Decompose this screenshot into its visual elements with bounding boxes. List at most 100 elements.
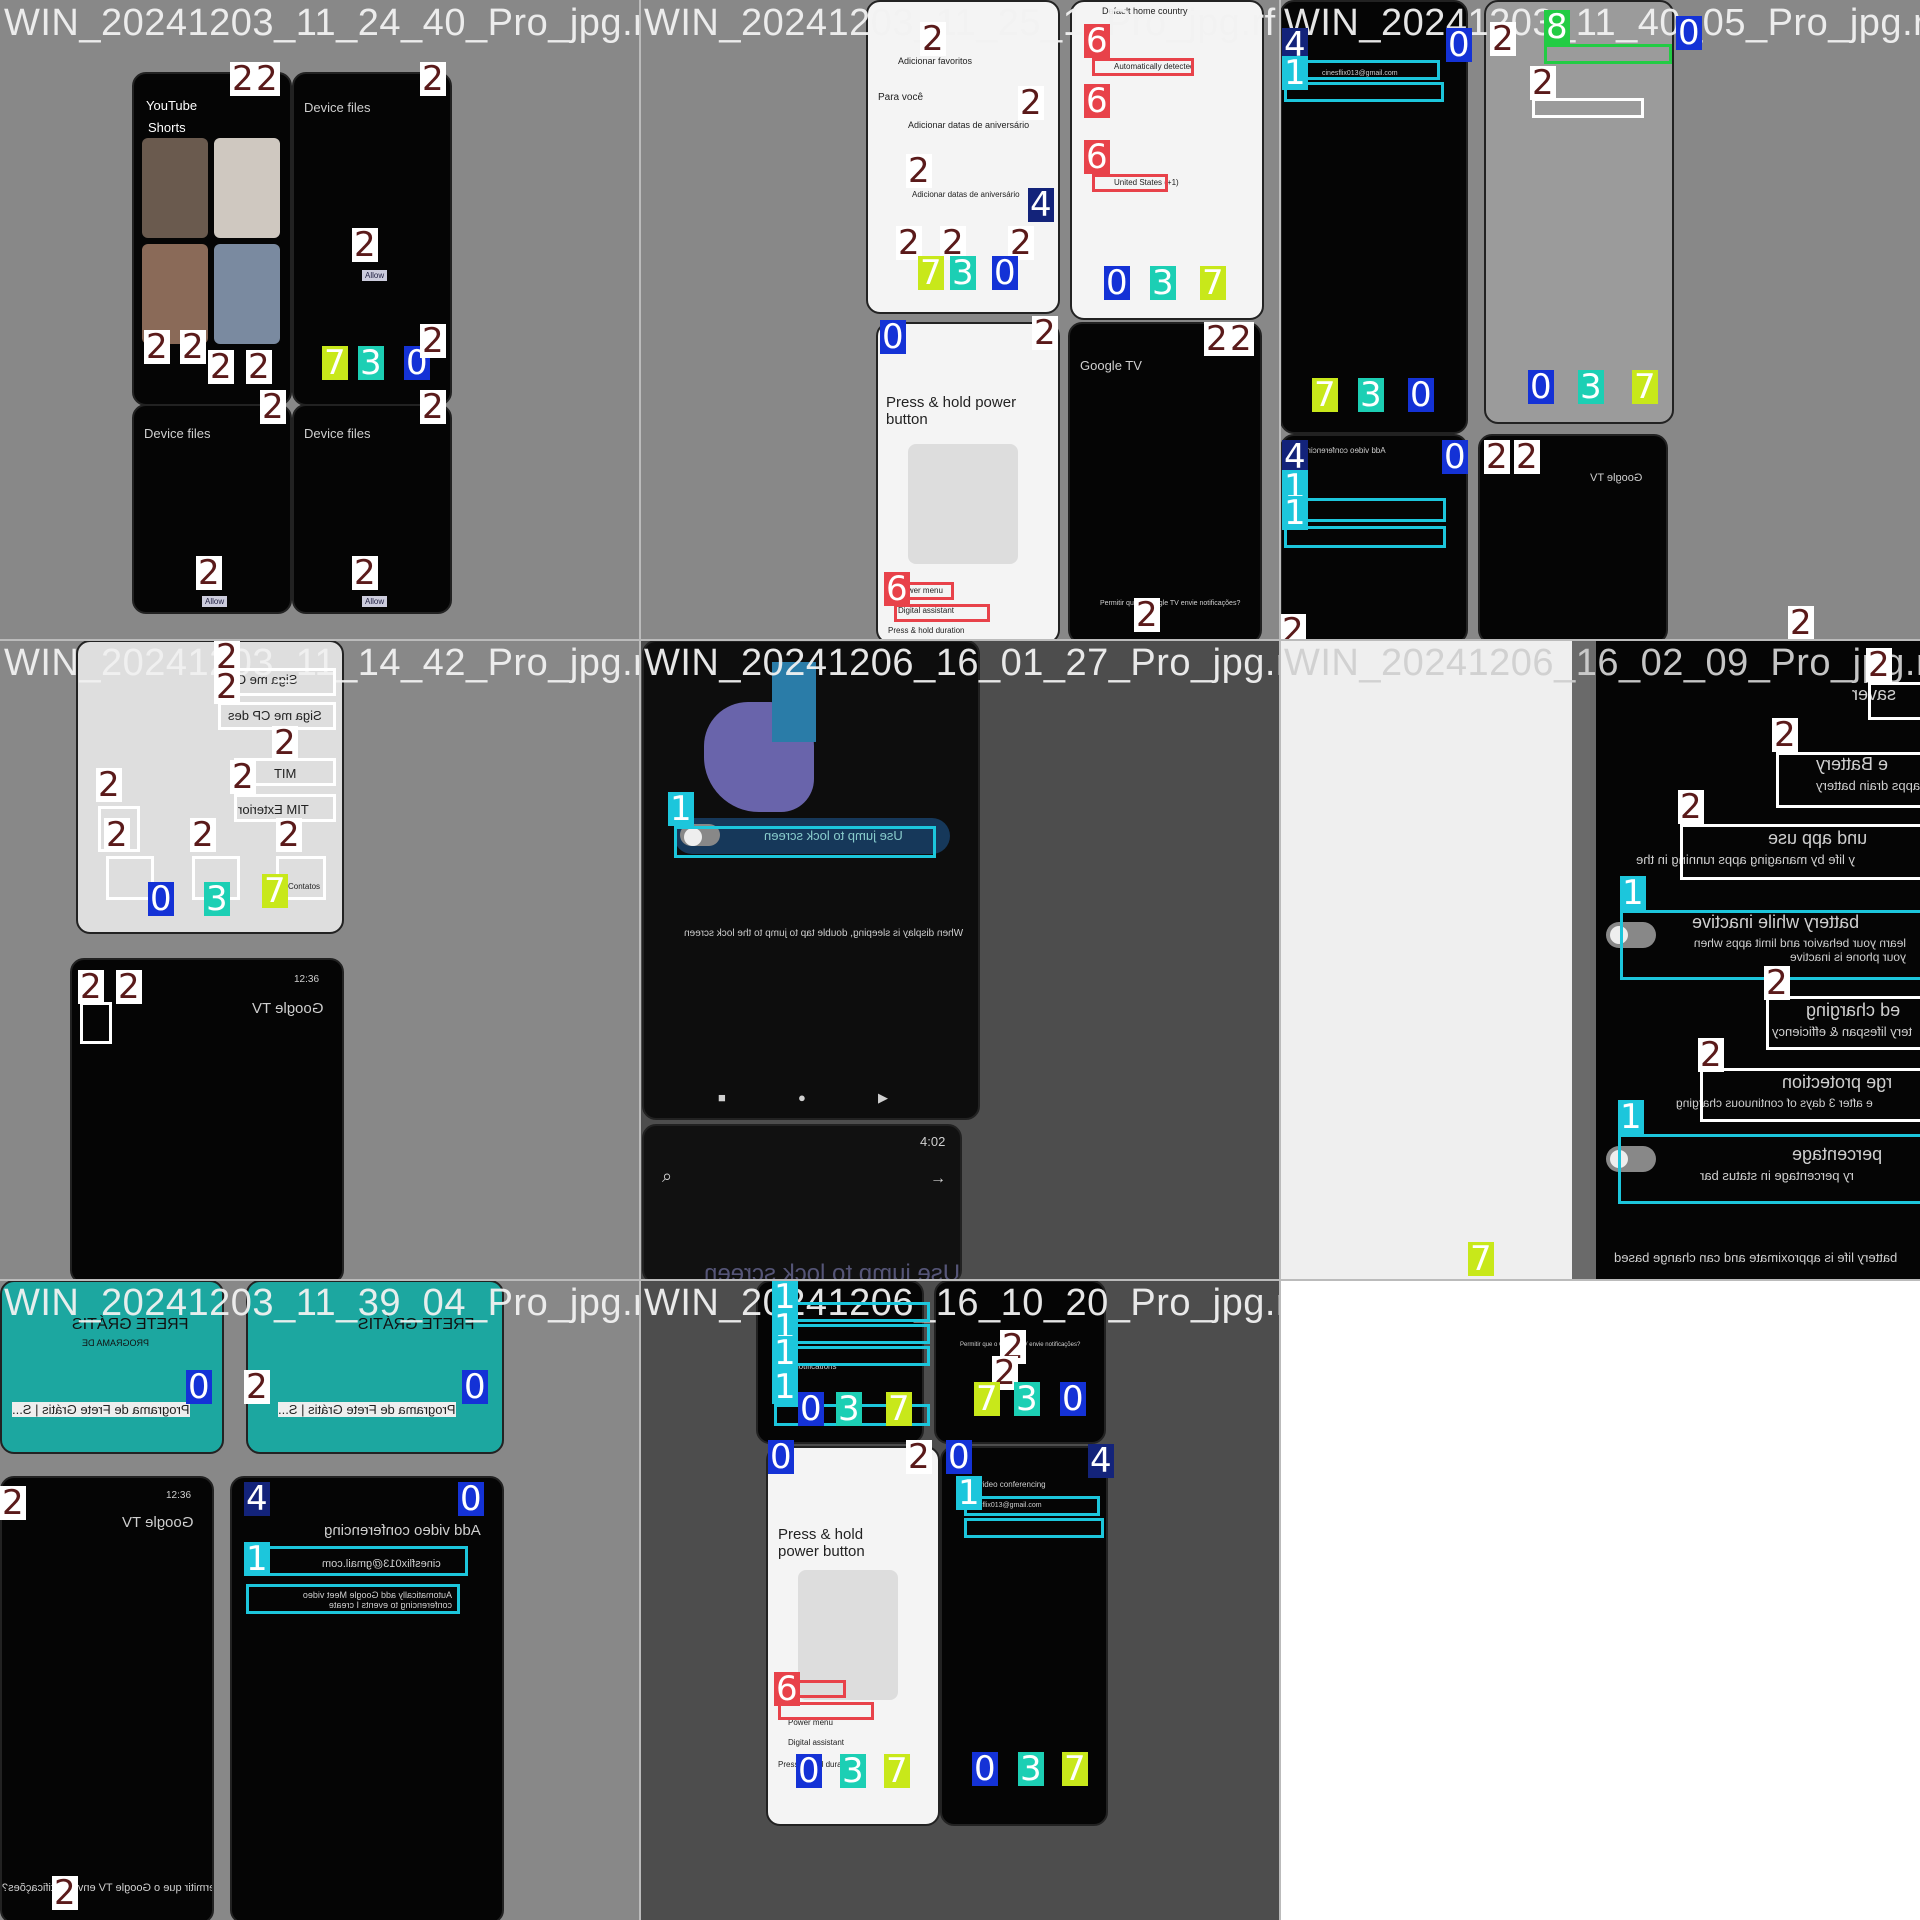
add-video-conf: Add video conferencing	[324, 1522, 481, 1539]
tile-7: WIN_20241203_11_39_04_Pro_jpg.rf.e7d0 FR…	[0, 1280, 640, 1920]
short-thumb[interactable]	[214, 244, 280, 344]
annotation-label: 0	[992, 253, 1018, 293]
nav-home-icon[interactable]: ●	[798, 1090, 806, 1105]
annotation-label: 2	[1866, 645, 1892, 685]
annotation-label: 1	[1620, 873, 1646, 913]
programa-text: Programa de Frete Grátis | S...	[278, 1402, 456, 1417]
annotation-label: 0	[796, 1751, 822, 1791]
annotation-label: 2	[1772, 715, 1798, 755]
annotation-label: 0	[1060, 1379, 1086, 1419]
google-tv-title: Google TV	[252, 1000, 323, 1017]
programa-title: Programa de Frete Grátis | S...	[12, 1402, 190, 1417]
short-thumb[interactable]	[142, 138, 208, 238]
annotation-label: 2	[230, 757, 256, 797]
annotation-label: 2	[196, 553, 222, 593]
jump-description-text: When display is sleeping, double tap to …	[684, 928, 964, 939]
annotation-label: 1	[1282, 53, 1308, 93]
annotation-label: 2	[104, 815, 130, 855]
add-birthdays-button[interactable]: Adicionar datas de aniversário	[912, 190, 1020, 199]
annotation-label: 1	[1282, 493, 1308, 533]
tile-3: WIN_20241203_11_40_05_Pro_jpg.rf.923c7 c…	[1280, 0, 1920, 640]
detection-box	[1868, 682, 1920, 720]
digital-assistant-option[interactable]: Digital assistant	[788, 1738, 844, 1747]
short-thumb[interactable]	[214, 138, 280, 238]
allow-button[interactable]: Allow	[362, 270, 388, 281]
annotation-label: 6	[1084, 137, 1110, 177]
phone-screen: Google TV 12:36 Permitir que o Google TV…	[0, 1476, 214, 1920]
annotation-label: 4	[1088, 1441, 1114, 1481]
tile-caption: WIN_20241203_11_24_40_Pro_jpg.rf.d3a9d0	[4, 2, 640, 44]
annotation-label: 2	[1530, 63, 1556, 103]
nav-square-icon[interactable]: ■	[718, 1090, 726, 1105]
annotation-label: 2	[352, 225, 378, 265]
detection-box	[1680, 824, 1920, 880]
annotation-label: 2	[214, 667, 240, 707]
grid-divider	[639, 0, 641, 1920]
annotation-label: 7	[918, 253, 944, 293]
annotation-label: 7	[322, 343, 348, 383]
annotation-label: 2	[420, 59, 446, 99]
device-files-title: Device files	[304, 426, 371, 441]
allow-button[interactable]: Allow	[362, 596, 388, 607]
allow-button[interactable]: Allow	[202, 596, 228, 607]
annotation-label: 1	[772, 1367, 798, 1407]
annotation-label: 0	[798, 1389, 824, 1429]
tile-4: WIN_20241203_11_14_42_Pro_jpg.rf.fd8da S…	[0, 640, 640, 1280]
annotation-label: 2	[1484, 437, 1510, 477]
annotation-label: 2	[1032, 313, 1058, 353]
annotation-label: 2	[190, 815, 216, 855]
annotation-label: 2	[906, 151, 932, 191]
footer-note-text: battery life is approximate and can chan…	[1614, 1250, 1898, 1265]
annotation-label: 2	[420, 321, 446, 361]
annotation-label: 0	[1408, 375, 1434, 415]
annotation-label: 2	[1204, 319, 1230, 359]
annotation-label: 2	[96, 765, 122, 805]
jump-description: When display is sleeping, double tap to …	[684, 928, 963, 939]
annotation-label: 2	[1134, 595, 1160, 635]
annotation-label: 3	[204, 879, 230, 919]
google-tv-mirrored: Google TV	[1590, 472, 1643, 484]
detection-box	[894, 604, 990, 622]
annotation-label: 2	[1788, 603, 1814, 640]
add-birthdays-title: Adicionar datas de aniversário	[908, 120, 1030, 130]
annotation-label: 8	[1544, 7, 1570, 47]
annotation-label: 7	[1468, 1239, 1494, 1279]
nav-back-icon[interactable]: ▶	[878, 1090, 888, 1106]
detection-box	[964, 1496, 1100, 1516]
youtube-logo: YouTube	[146, 98, 198, 113]
detection-box	[1284, 82, 1444, 102]
annotation-label: 2	[52, 1873, 78, 1913]
google-tv-title: Google TV	[1590, 472, 1642, 484]
tile-caption: WIN_20241206_16_01_27_Pro_jpg.rf.bd80	[644, 642, 1280, 684]
annotation-label: 2	[208, 347, 234, 387]
phone-screen: Add video conferencing cinesflix013@gmai…	[230, 1476, 504, 1920]
annotation-label: 0	[186, 1367, 212, 1407]
annotation-label: 2	[230, 59, 256, 99]
detection-box	[674, 826, 936, 858]
tile-caption: WIN_20241206_16_02_09_Pro_jpg.rf	[1284, 642, 1920, 684]
annotation-label: 2	[144, 327, 170, 367]
detection-box	[106, 856, 154, 900]
annotation-label: 2	[254, 59, 280, 99]
shorts-title: Shorts	[148, 120, 186, 135]
annotation-label: 7	[1062, 1749, 1088, 1789]
footer-note: battery life is approximate and can chan…	[1614, 1250, 1897, 1265]
tile-2: WIN_20241203_11_25_1_Pro_jpg.rf.cd9e6d A…	[640, 0, 1280, 640]
arrow-icon[interactable]: →	[930, 1170, 946, 1188]
tile-6: WIN_20241206_16_02_09_Pro_jpg.rf saver e…	[1280, 640, 1920, 1280]
search-icon[interactable]: ⌕	[662, 1166, 672, 1187]
annotation-label: 4	[244, 1479, 270, 1519]
annotation-label: 0	[1676, 13, 1702, 53]
annotation-label: 3	[1014, 1379, 1040, 1419]
annotation-label: 2	[116, 967, 142, 1007]
detection-box	[1766, 996, 1920, 1050]
tile-5: WIN_20241206_16_01_27_Pro_jpg.rf.bd80 Us…	[640, 640, 1280, 1280]
press-hold-title: Press & hold power button	[886, 394, 1017, 428]
tile-1: WIN_20241203_11_24_40_Pro_jpg.rf.d3a9d0 …	[0, 0, 640, 640]
annotation-label: 2	[1228, 319, 1254, 359]
annotation-label: 2	[1514, 437, 1540, 477]
annotation-label: 2	[1678, 787, 1704, 827]
add-video-conf-text: Add video conferencing	[1302, 446, 1386, 455]
detection-box	[246, 1546, 468, 1576]
press-hold-duration: Press & hold duration	[888, 626, 965, 635]
